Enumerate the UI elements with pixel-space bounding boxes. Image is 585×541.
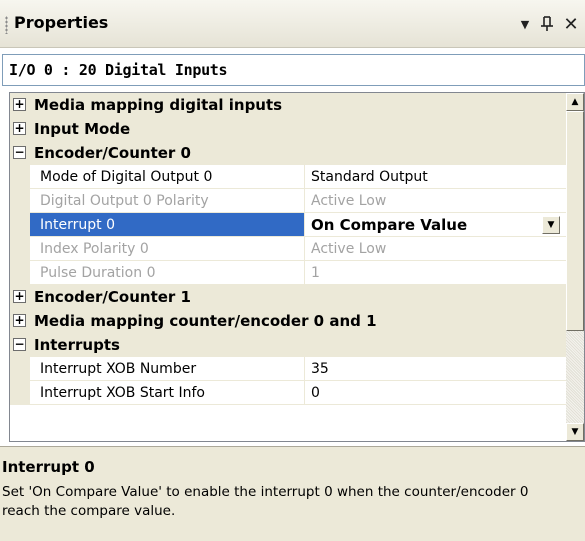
property-value: Active Low — [305, 237, 566, 261]
row-gutter — [10, 381, 30, 405]
property-value-text: Standard Output — [311, 169, 428, 185]
drag-grip-icon[interactable] — [5, 16, 8, 34]
description-text: Set 'On Compare Value' to enable the int… — [2, 484, 529, 519]
category-label: Interrupts — [34, 336, 120, 354]
property-row[interactable]: Pulse Duration 0 1 — [10, 261, 566, 285]
row-gutter — [10, 189, 30, 213]
property-value[interactable]: 35 — [305, 357, 566, 381]
property-row[interactable]: Mode of Digital Output 0 Standard Output — [10, 165, 566, 189]
property-row[interactable]: Interrupt XOB Start Info 0 — [10, 381, 566, 405]
category-row[interactable]: − Encoder/Counter 0 — [10, 141, 566, 165]
property-name[interactable]: Interrupt XOB Start Info — [30, 381, 305, 405]
category-row[interactable]: − Interrupts — [10, 333, 566, 357]
property-row[interactable]: Interrupt XOB Number 35 — [10, 357, 566, 381]
property-value[interactable]: On Compare Value ▼ — [305, 213, 566, 237]
property-value: 1 — [305, 261, 566, 285]
category-label: Encoder/Counter 1 — [34, 288, 191, 306]
row-gutter — [10, 357, 30, 381]
row-gutter — [10, 261, 30, 285]
collapse-icon[interactable]: − — [13, 338, 26, 351]
scrollbar-thumb[interactable] — [566, 111, 584, 331]
expand-icon[interactable]: + — [13, 122, 26, 135]
property-row[interactable]: Index Polarity 0 Active Low — [10, 237, 566, 261]
scroll-up-arrow-icon[interactable]: ▲ — [566, 93, 584, 111]
collapse-icon[interactable]: − — [13, 146, 26, 159]
category-row[interactable]: + Input Mode — [10, 117, 566, 141]
pin-icon-glyph — [541, 16, 553, 31]
scroll-down-arrow-icon[interactable]: ▼ — [566, 423, 584, 441]
row-gutter — [10, 165, 30, 189]
category-label: Input Mode — [34, 120, 131, 138]
object-selector[interactable]: I/O 0 : 20 Digital Inputs — [2, 54, 585, 86]
property-value-text: 0 — [311, 385, 320, 401]
category-row[interactable]: + Media mapping counter/encoder 0 and 1 — [10, 309, 566, 333]
property-row[interactable]: Digital Output 0 Polarity Active Low — [10, 189, 566, 213]
property-name[interactable]: Digital Output 0 Polarity — [30, 189, 305, 213]
pin-icon[interactable] — [538, 12, 558, 36]
property-name[interactable]: Interrupt XOB Number — [30, 357, 305, 381]
category-label: Encoder/Counter 0 — [34, 144, 191, 162]
property-value-text: On Compare Value — [311, 216, 468, 234]
description-pane: Interrupt 0 Set 'On Compare Value' to en… — [0, 446, 585, 541]
expand-icon[interactable]: + — [13, 98, 26, 111]
panel-title: Properties — [14, 13, 109, 32]
property-value: Active Low — [305, 189, 566, 213]
row-gutter — [10, 213, 30, 237]
window-menu-dropdown-icon[interactable]: ▼ — [515, 12, 535, 36]
category-row[interactable]: + Media mapping digital inputs — [10, 93, 566, 117]
properties-title-bar: Properties ▼ ✕ — [0, 0, 585, 48]
property-name[interactable]: Pulse Duration 0 — [30, 261, 305, 285]
property-name[interactable]: Interrupt 0 — [30, 213, 305, 237]
property-value-text: 1 — [311, 265, 320, 281]
category-label: Media mapping counter/encoder 0 and 1 — [34, 312, 377, 330]
object-selector-value: I/O 0 : 20 Digital Inputs — [9, 61, 228, 79]
property-name[interactable]: Index Polarity 0 — [30, 237, 305, 261]
property-value-text: Active Low — [311, 241, 387, 257]
property-value[interactable]: Standard Output — [305, 165, 566, 189]
value-dropdown-arrow-icon[interactable]: ▼ — [542, 216, 560, 234]
category-row[interactable]: + Encoder/Counter 1 — [10, 285, 566, 309]
close-icon[interactable]: ✕ — [561, 12, 581, 36]
vertical-scrollbar[interactable]: ▲ ▼ — [566, 93, 584, 441]
property-row[interactable]: Interrupt 0 On Compare Value ▼ — [10, 213, 566, 237]
property-name[interactable]: Mode of Digital Output 0 — [30, 165, 305, 189]
property-value[interactable]: 0 — [305, 381, 566, 405]
category-label: Media mapping digital inputs — [34, 96, 283, 114]
expand-icon[interactable]: + — [13, 290, 26, 303]
property-value-text: 35 — [311, 361, 329, 377]
row-gutter — [10, 237, 30, 261]
property-value-text: Active Low — [311, 193, 387, 209]
description-title: Interrupt 0 — [2, 458, 95, 476]
property-grid: + Media mapping digital inputs + Input Mode… — [9, 92, 585, 442]
expand-icon[interactable]: + — [13, 314, 26, 327]
